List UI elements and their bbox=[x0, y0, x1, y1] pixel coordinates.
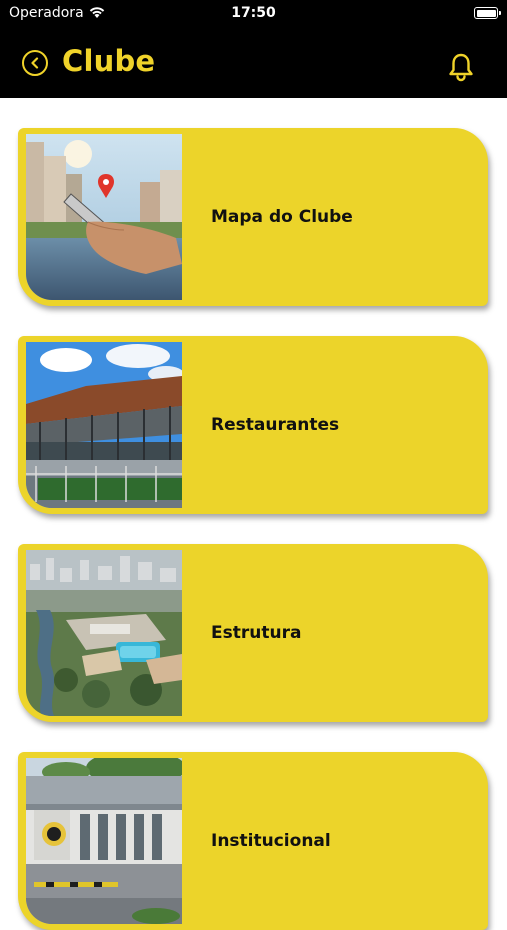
menu-card-label: Restaurantes bbox=[211, 415, 340, 435]
menu-card-label: Estrutura bbox=[211, 623, 302, 643]
menu-card-label: Mapa do Clube bbox=[211, 207, 353, 227]
menu-card-label: Institucional bbox=[211, 831, 331, 851]
menu-card-institucional[interactable]: Institucional bbox=[18, 752, 488, 930]
back-button[interactable] bbox=[22, 50, 48, 76]
page-title: Clube bbox=[62, 44, 156, 78]
menu-card-mapa-do-clube[interactable]: Mapa do Clube bbox=[18, 128, 488, 306]
bell-icon[interactable] bbox=[447, 52, 475, 82]
battery-icon bbox=[474, 7, 501, 19]
menu-card-estrutura[interactable]: Estrutura bbox=[18, 544, 488, 722]
status-bar: Operadora 17:50 bbox=[0, 0, 507, 28]
aerial-photo bbox=[26, 550, 182, 716]
clock: 17:50 bbox=[231, 5, 276, 21]
nav-bar: Clube bbox=[0, 28, 507, 98]
restaurant-photo bbox=[26, 342, 182, 508]
map-photo bbox=[26, 134, 182, 300]
menu-card-restaurantes[interactable]: Restaurantes bbox=[18, 336, 488, 514]
chevron-left-icon bbox=[31, 57, 39, 69]
entrance-photo bbox=[26, 758, 182, 924]
